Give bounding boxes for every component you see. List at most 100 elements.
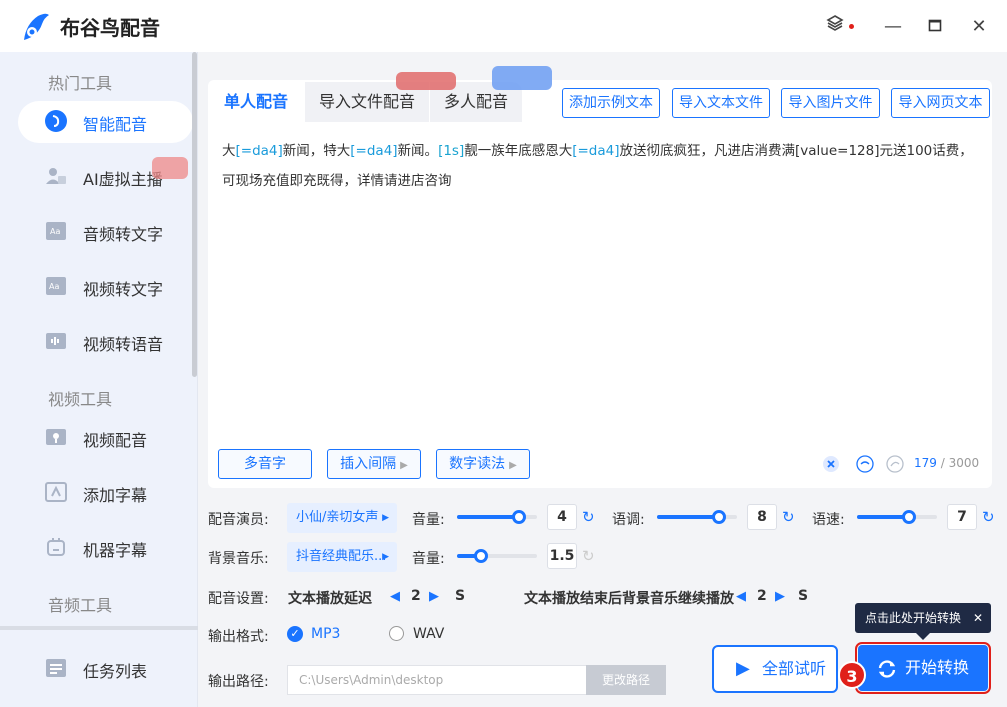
sidebar-item-label: 视频配音 — [83, 431, 148, 450]
bgm-continue-value[interactable]: 2 — [757, 588, 767, 604]
sidebar-item-label: 视频转文字 — [83, 280, 164, 299]
section-title-hot-tools: 热门工具 — [48, 74, 113, 93]
tab-single-dubbing[interactable]: 单人配音 — [210, 82, 303, 122]
voice-actor-label: 配音演员: — [208, 512, 269, 528]
speed-slider-knob[interactable] — [902, 510, 916, 524]
bgm-label: 背景音乐: — [208, 551, 269, 567]
sidebar-item-add-subtitle[interactable]: 添加字幕 — [18, 472, 193, 514]
delay-label: 文本播放延迟 — [288, 591, 372, 607]
redo-icon[interactable] — [886, 455, 904, 473]
blurred-badge — [152, 157, 188, 179]
sidebar-item-label: 视频转语音 — [83, 335, 164, 354]
sidebar-item-robot-subtitle[interactable]: 机器字幕 — [18, 527, 193, 569]
video-to-audio-icon — [46, 333, 66, 349]
bgm-continue-decrease-button[interactable]: ◀ — [736, 589, 746, 604]
sidebar-scrollbar[interactable] — [192, 52, 197, 377]
mp3-label[interactable]: MP3 — [311, 626, 340, 642]
maximize-icon[interactable] — [922, 14, 948, 40]
number-reading-button[interactable]: 数字读法 ▶ — [436, 449, 530, 479]
virtual-anchor-icon — [46, 168, 66, 184]
mp3-radio[interactable]: ✓ — [287, 626, 303, 642]
preview-all-button[interactable]: ▶ 全部试听 — [712, 645, 838, 693]
pitch-value[interactable]: 8 — [747, 504, 777, 530]
add-sample-text-button[interactable]: 添加示例文本 — [562, 88, 660, 118]
change-path-button[interactable]: 更改路径 — [586, 665, 666, 695]
reset-bgm-volume-icon[interactable]: ↻ — [582, 547, 595, 565]
output-format-label: 输出格式: — [208, 629, 269, 645]
delay-value[interactable]: 2 — [411, 588, 421, 604]
sidebar-item-label: 智能配音 — [83, 115, 148, 134]
undo-icon[interactable] — [856, 455, 874, 473]
volume-value[interactable]: 4 — [547, 504, 577, 530]
char-counter: 179 / 3000 — [914, 456, 980, 470]
bgm-volume-slider[interactable] — [457, 549, 537, 563]
volume-slider[interactable] — [457, 510, 537, 524]
convert-icon — [878, 660, 896, 678]
minimize-icon[interactable]: — — [880, 14, 906, 40]
add-subtitle-icon — [45, 482, 67, 502]
svg-text:Aa: Aa — [49, 282, 59, 291]
sidebar-item-label: 添加字幕 — [83, 486, 148, 505]
bird-logo-icon — [24, 13, 49, 40]
bgm-continue-unit: S — [798, 588, 809, 604]
bgm-volume-value[interactable]: 1.5 — [547, 543, 577, 569]
task-list-icon — [46, 659, 66, 677]
blurred-badge — [492, 66, 552, 90]
import-text-file-button[interactable]: 导入文本文件 — [672, 88, 770, 118]
layers-icon[interactable] — [822, 14, 848, 40]
tooltip-close-icon[interactable]: ✕ — [973, 603, 983, 633]
reset-volume-icon[interactable]: ↻ — [582, 508, 595, 526]
pitch-slider-fill — [657, 515, 720, 519]
script-text-editor[interactable]: 大[=da4]新闻，特大[=da4]新闻。[1s]靓一族年底感恩大[=da4]放… — [222, 136, 982, 196]
speed-value[interactable]: 7 — [947, 504, 977, 530]
sidebar-item-audio-to-text[interactable]: Aa 音频转文字 — [18, 211, 193, 253]
sidebar-item-label: 机器字幕 — [83, 541, 148, 560]
dub-settings-label: 配音设置: — [208, 591, 269, 607]
reset-speed-icon[interactable]: ↻ — [982, 508, 995, 526]
video-to-text-icon: Aa — [46, 277, 66, 295]
reset-pitch-icon[interactable]: ↻ — [782, 508, 795, 526]
bgm-continue-label: 文本播放结束后背景音乐继续播放 — [524, 591, 734, 607]
sidebar-item-label: 音频转文字 — [83, 225, 164, 244]
sidebar-item-task-list[interactable]: 任务列表 — [18, 648, 193, 690]
import-web-text-button[interactable]: 导入网页文本 — [891, 88, 990, 118]
output-path-input[interactable]: C:\Users\Admin\desktop — [287, 665, 587, 695]
pitch-label: 语调: — [612, 512, 645, 528]
wav-label[interactable]: WAV — [413, 626, 444, 642]
bgm-select[interactable]: 抖音经典配乐... ▶ — [287, 542, 397, 572]
delay-unit: S — [455, 588, 466, 604]
svg-text:Aa: Aa — [50, 227, 60, 236]
start-convert-button[interactable]: 开始转换 — [855, 642, 991, 694]
sidebar-item-label: 任务列表 — [83, 662, 148, 681]
insert-pause-button[interactable]: 插入间隔 ▶ — [327, 449, 421, 479]
import-image-file-button[interactable]: 导入图片文件 — [781, 88, 880, 118]
speed-slider[interactable] — [857, 510, 937, 524]
video-dubbing-icon — [46, 429, 66, 445]
bgm-continue-increase-button[interactable]: ▶ — [775, 589, 785, 604]
polyphone-button[interactable]: 多音字 — [218, 449, 312, 479]
editor-line-1: 大[=da4]新闻，特大[=da4]新闻。[1s]靓一族年底感恩大[=da4]放… — [222, 143, 973, 159]
app-title: 布谷鸟配音 — [60, 16, 160, 40]
tooltip-tail — [915, 632, 931, 640]
notification-dot — [849, 24, 854, 29]
speed-label: 语速: — [812, 512, 845, 528]
convert-tooltip: 点击此处开始转换 ✕ — [855, 603, 991, 633]
output-path-label: 输出路径: — [208, 674, 269, 690]
pitch-slider[interactable] — [657, 510, 737, 524]
volume-label: 音量: — [412, 512, 445, 528]
sidebar-divider — [0, 626, 198, 630]
wav-radio[interactable] — [389, 626, 404, 641]
section-title-audio-tools: 音频工具 — [48, 596, 113, 615]
voice-actor-select[interactable]: 小仙/亲切女声 ▶ — [287, 503, 397, 533]
delay-decrease-button[interactable]: ◀ — [390, 589, 400, 604]
robot-subtitle-icon — [47, 538, 65, 556]
sidebar-item-video-to-audio[interactable]: 视频转语音 — [18, 321, 193, 363]
sidebar-item-video-to-text[interactable]: Aa 视频转文字 — [18, 266, 193, 308]
sidebar-item-smart-dubbing[interactable]: 智能配音 — [18, 101, 193, 143]
play-icon: ▶ — [736, 658, 750, 679]
clear-text-icon[interactable] — [822, 455, 840, 473]
bgm-volume-slider-knob[interactable] — [474, 549, 488, 563]
delay-increase-button[interactable]: ▶ — [429, 589, 439, 604]
close-icon[interactable]: ✕ — [966, 14, 992, 40]
sidebar-item-video-dubbing[interactable]: 视频配音 — [18, 417, 193, 459]
